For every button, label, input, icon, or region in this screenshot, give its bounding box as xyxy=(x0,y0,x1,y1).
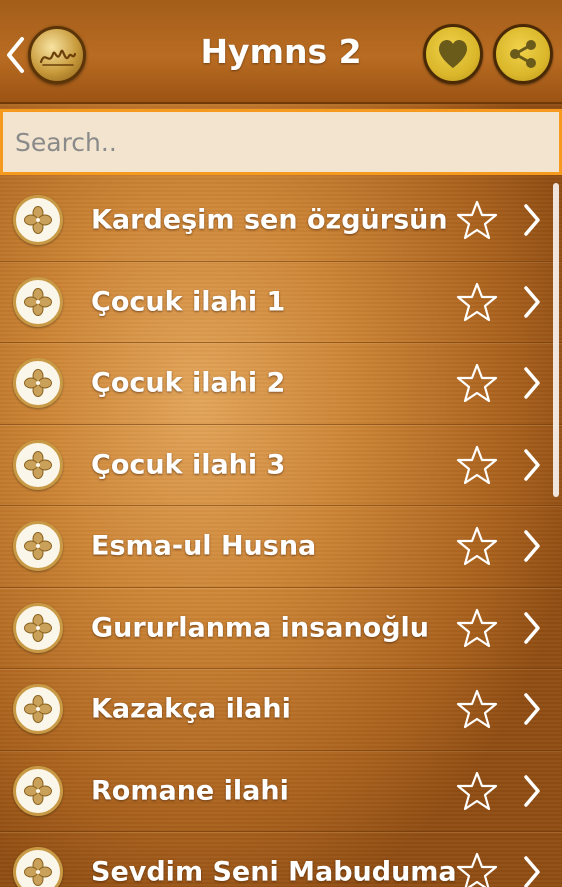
star-icon[interactable] xyxy=(456,525,498,567)
list-item[interactable]: Çocuk ilahi 1 xyxy=(0,262,562,343)
clover-icon xyxy=(13,358,63,409)
list-item[interactable]: Kazakça ilahi xyxy=(0,669,562,751)
star-icon[interactable] xyxy=(456,851,498,887)
chevron-right-icon[interactable] xyxy=(521,773,543,809)
star-icon[interactable] xyxy=(456,770,498,812)
list-item-label: Romane ilahi xyxy=(91,775,289,807)
hymn-list: Kardeşim sen özgürsün Çocuk ilahi 1 Çocu… xyxy=(0,180,562,887)
list-item[interactable]: Kardeşim sen özgürsün xyxy=(0,180,562,262)
scrollbar[interactable] xyxy=(553,183,559,497)
chevron-right-icon[interactable] xyxy=(521,284,543,320)
chevron-right-icon[interactable] xyxy=(521,691,543,727)
chevron-right-icon[interactable] xyxy=(521,447,543,483)
clover-icon xyxy=(13,847,63,887)
list-item-label: Çocuk ilahi 2 xyxy=(91,367,286,399)
clover-icon xyxy=(13,602,63,653)
list-item[interactable]: Romane ilahi xyxy=(0,751,562,832)
chevron-right-icon[interactable] xyxy=(521,528,543,564)
list-item[interactable]: Çocuk ilahi 2 xyxy=(0,343,562,425)
header-bar: Hymns 2 xyxy=(0,0,562,104)
star-icon[interactable] xyxy=(456,688,498,730)
star-icon[interactable] xyxy=(456,607,498,649)
favorites-button[interactable] xyxy=(423,24,483,84)
clover-icon xyxy=(13,684,63,735)
list-item-label: Kazakça ilahi xyxy=(91,693,291,725)
clover-icon xyxy=(13,439,63,490)
clover-icon xyxy=(13,195,63,246)
clover-icon xyxy=(13,276,63,327)
star-icon[interactable] xyxy=(456,281,498,323)
star-icon[interactable] xyxy=(456,444,498,486)
chevron-right-icon[interactable] xyxy=(521,202,543,238)
list-item[interactable]: Esma-ul Husna xyxy=(0,506,562,588)
list-item-label: Gururlanma insanoğlu xyxy=(91,612,430,644)
star-icon[interactable] xyxy=(456,199,498,241)
chevron-right-icon[interactable] xyxy=(521,610,543,646)
search-input[interactable] xyxy=(15,127,547,157)
chevron-right-icon[interactable] xyxy=(521,365,543,401)
list-item-label: Çocuk ilahi 3 xyxy=(91,449,286,481)
star-icon[interactable] xyxy=(456,362,498,404)
list-item-label: Sevdim Seni Mabuduma xyxy=(91,856,457,887)
list-item[interactable]: Gururlanma insanoğlu xyxy=(0,588,562,669)
chevron-right-icon[interactable] xyxy=(521,854,543,887)
share-icon xyxy=(510,40,536,68)
share-button[interactable] xyxy=(493,24,553,84)
list-item-label: Çocuk ilahi 1 xyxy=(91,286,286,318)
list-item-label: Esma-ul Husna xyxy=(91,530,317,562)
heart-icon xyxy=(439,40,467,68)
list-item[interactable]: Sevdim Seni Mabuduma xyxy=(0,832,562,887)
search-bar xyxy=(0,109,562,175)
clover-icon xyxy=(13,765,63,816)
clover-icon xyxy=(13,521,63,572)
app-screen: Hymns 2 Search.. Kardeşim sen özgürsün Ç… xyxy=(0,0,562,887)
list-item[interactable]: Çocuk ilahi 3 xyxy=(0,425,562,506)
list-item-label: Kardeşim sen özgürsün xyxy=(91,204,448,236)
